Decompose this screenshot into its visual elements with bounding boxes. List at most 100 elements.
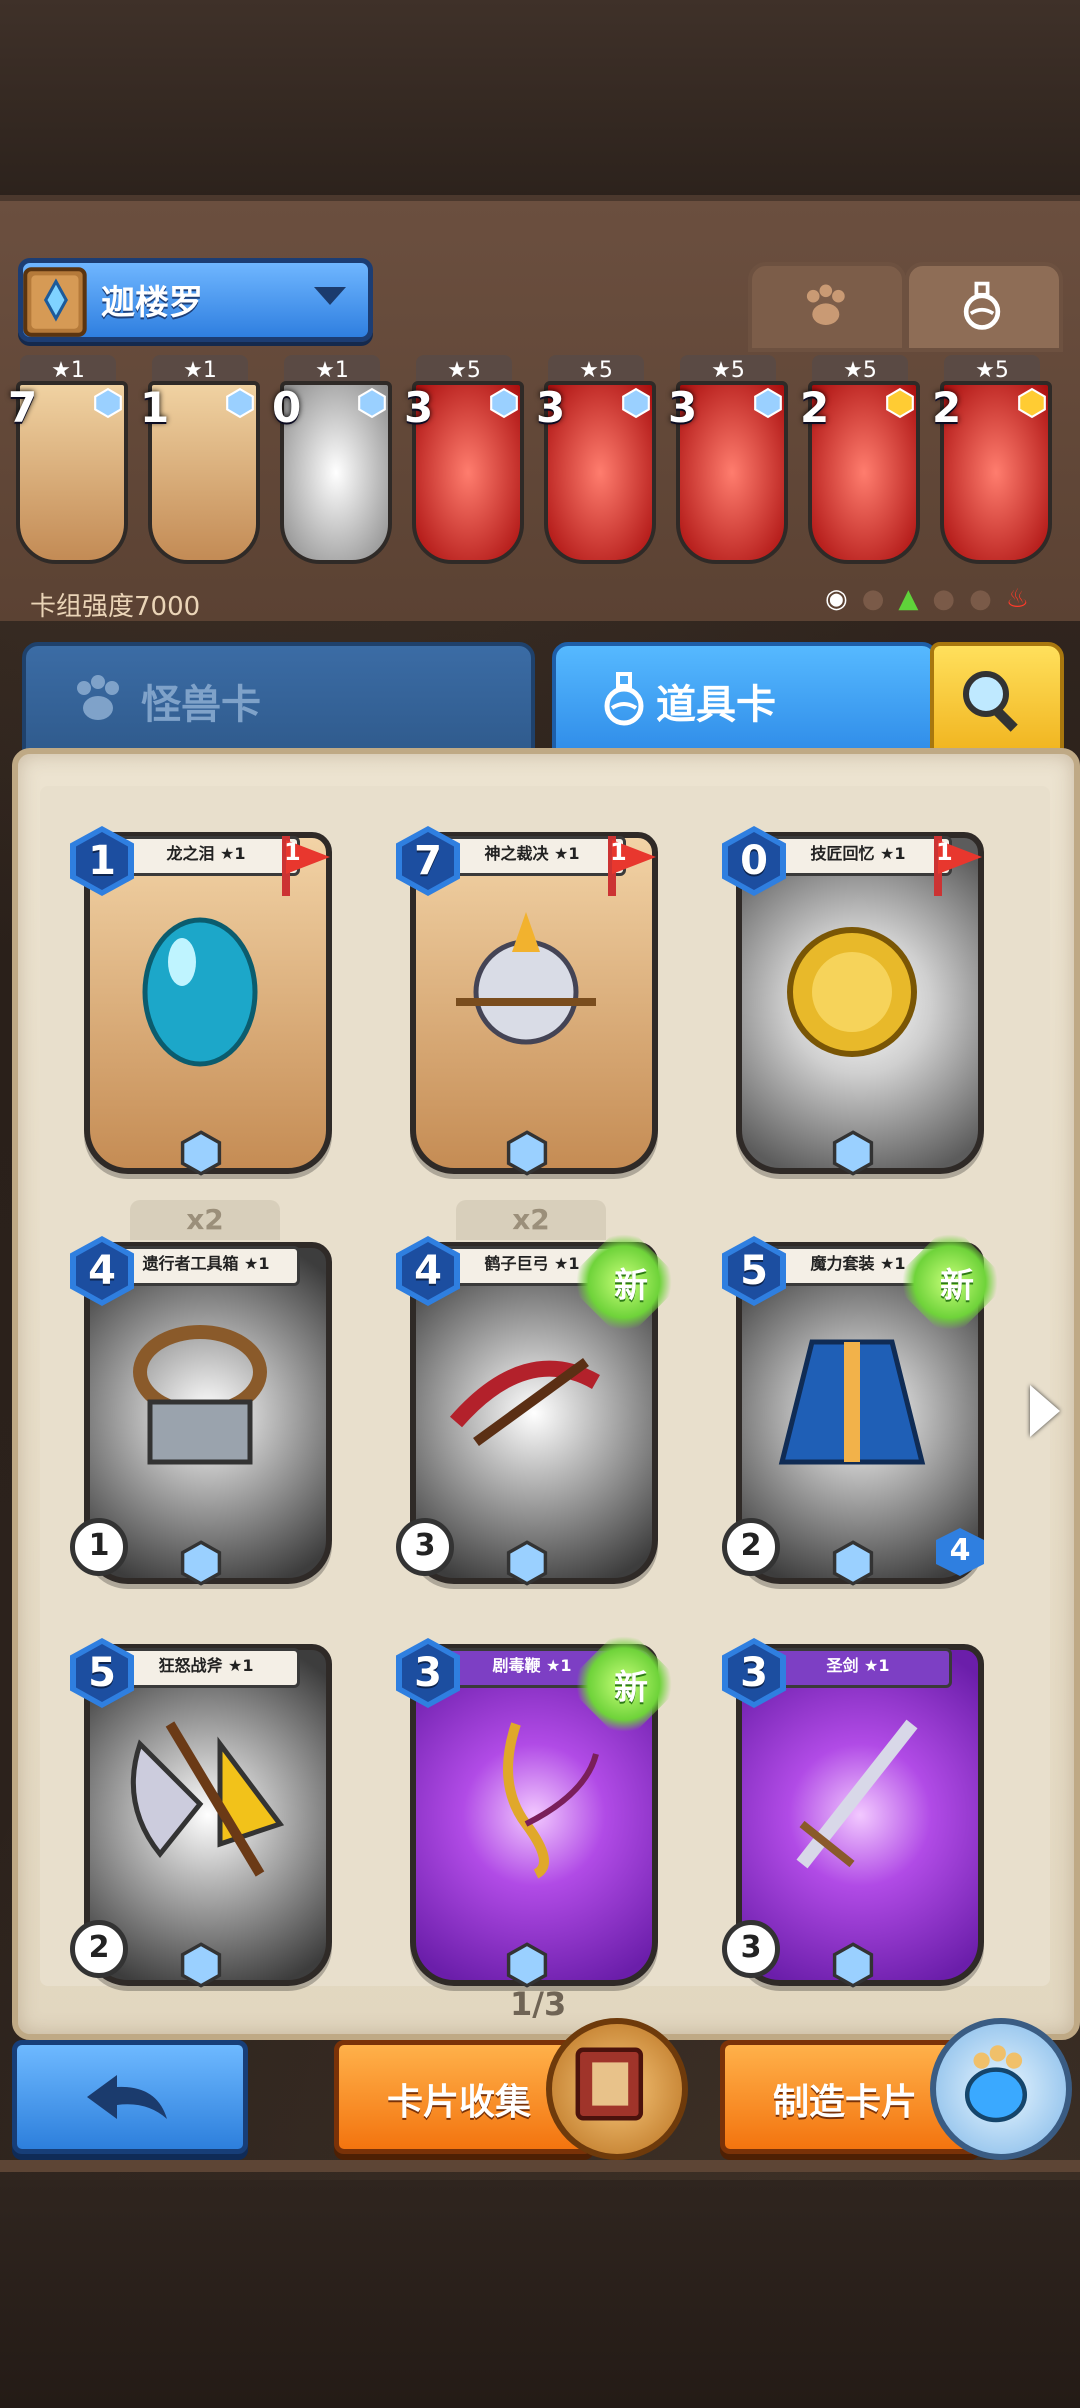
fire-element-icon: ♨ — [1005, 584, 1030, 614]
back-arrow-icon — [87, 2075, 167, 2119]
card-duplicate-count: x2 — [130, 1200, 280, 1240]
divine-scales-art — [456, 912, 596, 1045]
card-name: 遗行者工具箱 ★1 — [112, 1246, 300, 1286]
tab-item-deck[interactable] — [905, 262, 1063, 352]
rainbow-gem-icon — [832, 1942, 874, 1988]
collection-card[interactable]: 龙之泪 ★1 1 1 — [70, 822, 332, 1176]
new-badge-label: 新 — [614, 1266, 648, 1306]
card-cost: 0 — [722, 826, 786, 896]
deck-card-cost: 3 — [668, 383, 698, 432]
rainbow-gem-icon — [226, 387, 254, 419]
collection-card[interactable]: 魔力套装 ★1 5 新 2 4 — [722, 1222, 1010, 1586]
rainbow-gem-icon — [754, 387, 782, 419]
gold-gem-icon — [1018, 387, 1046, 419]
new-badge-label: 新 — [614, 1668, 648, 1708]
deck-power-label: 卡组强度7000 — [30, 592, 201, 622]
deck-card[interactable]: ★5 3 — [668, 355, 788, 565]
tab-item-cards[interactable]: 道具卡 — [552, 642, 938, 760]
card-attack: 3 — [722, 1920, 780, 1978]
card-book-icon[interactable] — [546, 2018, 688, 2160]
magic-robe-art — [778, 1339, 926, 1465]
chevron-down-icon — [314, 287, 346, 305]
tab-monster-deck[interactable] — [748, 262, 906, 352]
rainbow-gem-icon — [506, 1130, 548, 1176]
collection-card[interactable]: x2 遗行者工具箱 ★1 4 1 — [70, 1200, 332, 1586]
card-collection-label: 卡片收集 — [387, 2082, 532, 2123]
toolbox-art — [133, 1325, 267, 1465]
tab-monster-cards[interactable]: 怪兽卡 — [22, 642, 535, 760]
plant-element-icon: ▲ — [898, 584, 919, 614]
card-cost: 1 — [70, 826, 134, 896]
collection-card[interactable]: 圣剑 ★1 3 3 — [722, 1634, 984, 1988]
gold-gem-icon — [886, 387, 914, 419]
deck-card-cost: 2 — [800, 383, 830, 432]
card-attack: 3 — [396, 1518, 454, 1576]
search-button[interactable] — [930, 642, 1064, 762]
floor-area — [0, 2180, 1080, 2408]
deck-card-cost: 3 — [404, 383, 434, 432]
deck-name: 迦楼罗 — [101, 283, 203, 323]
back-button[interactable] — [12, 2040, 248, 2154]
deck-card[interactable]: ★5 3 — [404, 355, 524, 565]
deck-card[interactable]: ★1 0 — [272, 355, 392, 565]
beast-element-icon: ● — [861, 584, 885, 614]
deck-card[interactable]: ★5 2 — [932, 355, 1052, 565]
neutral-element-icon: ◉ — [825, 584, 848, 614]
collection-card[interactable]: 神之裁决 ★1 7 1 — [396, 822, 658, 1176]
collection-card[interactable]: 狂怒战斧 ★1 5 2 — [70, 1634, 332, 1988]
deck-card-cost: 3 — [536, 383, 566, 432]
collection-card[interactable]: 剧毒鞭 ★1 3 新 — [396, 1624, 684, 1988]
deck-card-cost: 2 — [932, 383, 962, 432]
collection-card[interactable]: 技匠回忆 ★1 0 1 — [722, 822, 984, 1176]
rainbow-gem-icon — [506, 1942, 548, 1988]
rainbow-gem-icon — [94, 387, 122, 419]
card-durability: 1 — [70, 1518, 128, 1576]
rainbow-gem-icon — [358, 387, 386, 419]
rainbow-gem-icon — [490, 387, 518, 419]
card-flag: 1 — [924, 836, 984, 902]
card-cost: 5 — [70, 1638, 134, 1708]
card-flag: 1 — [598, 836, 658, 902]
card-cost: 4 — [70, 1236, 134, 1306]
card-name: 狂怒战斧 ★1 — [112, 1648, 300, 1688]
deck-selector[interactable]: 迦楼罗 — [18, 258, 373, 342]
rainbow-gem-icon — [180, 1130, 222, 1176]
card-attack: 2 — [722, 1518, 780, 1576]
card-flag: 1 — [272, 836, 332, 902]
collection-card[interactable]: x2 鹤子巨弓 ★1 4 新 3 — [396, 1200, 684, 1586]
search-icon — [963, 671, 1018, 732]
poison-whip-art — [503, 1722, 599, 1879]
bird-element-icon: ● — [969, 584, 992, 614]
card-attack: 2 — [70, 1920, 128, 1978]
rainbow-gem-icon — [180, 1540, 222, 1586]
rainbow-gem-icon — [622, 387, 650, 419]
deck-book-icon — [23, 267, 87, 337]
new-badge-label: 新 — [940, 1266, 974, 1306]
potion-jar-icon[interactable] — [930, 2018, 1072, 2160]
battle-axe-art — [130, 1721, 285, 1877]
holy-sword-art — [796, 1719, 918, 1869]
dark-element-icon: ● — [932, 584, 956, 614]
deck-card[interactable]: ★1 7 — [8, 355, 128, 565]
card-cost: 3 — [396, 1638, 460, 1708]
rainbow-gem-icon — [506, 1540, 548, 1586]
deck-element-icons: ◉ ● ▲ ● ● ♨ — [825, 584, 1029, 614]
paw-icon — [77, 675, 119, 720]
craft-card-label: 制造卡片 — [773, 2082, 918, 2123]
deck-card[interactable]: ★5 3 — [536, 355, 656, 565]
deck-card[interactable]: ★1 1 — [140, 355, 260, 565]
deck-card-cost: 0 — [272, 383, 302, 432]
card-cost: 5 — [722, 1236, 786, 1306]
deck-card[interactable]: ★5 2 — [800, 355, 920, 565]
rainbow-gem-icon — [180, 1942, 222, 1988]
next-page-arrow-icon[interactable] — [1030, 1385, 1060, 1437]
card-duplicate-count: x2 — [456, 1200, 606, 1240]
card-cost: 3 — [722, 1638, 786, 1708]
rainbow-gem-icon — [832, 1130, 874, 1176]
rainbow-gem-icon — [832, 1540, 874, 1586]
tab-monster-label: 怪兽卡 — [141, 682, 261, 728]
deck-card-row: ★1 7 ★1 1 ★1 0 ★5 3 ★5 3 ★5 3 ★5 2 ★5 2 — [8, 355, 1070, 575]
deck-card-cost: 7 — [8, 383, 38, 432]
deck-card-cost: 1 — [140, 383, 170, 432]
card-cost: 4 — [396, 1236, 460, 1306]
